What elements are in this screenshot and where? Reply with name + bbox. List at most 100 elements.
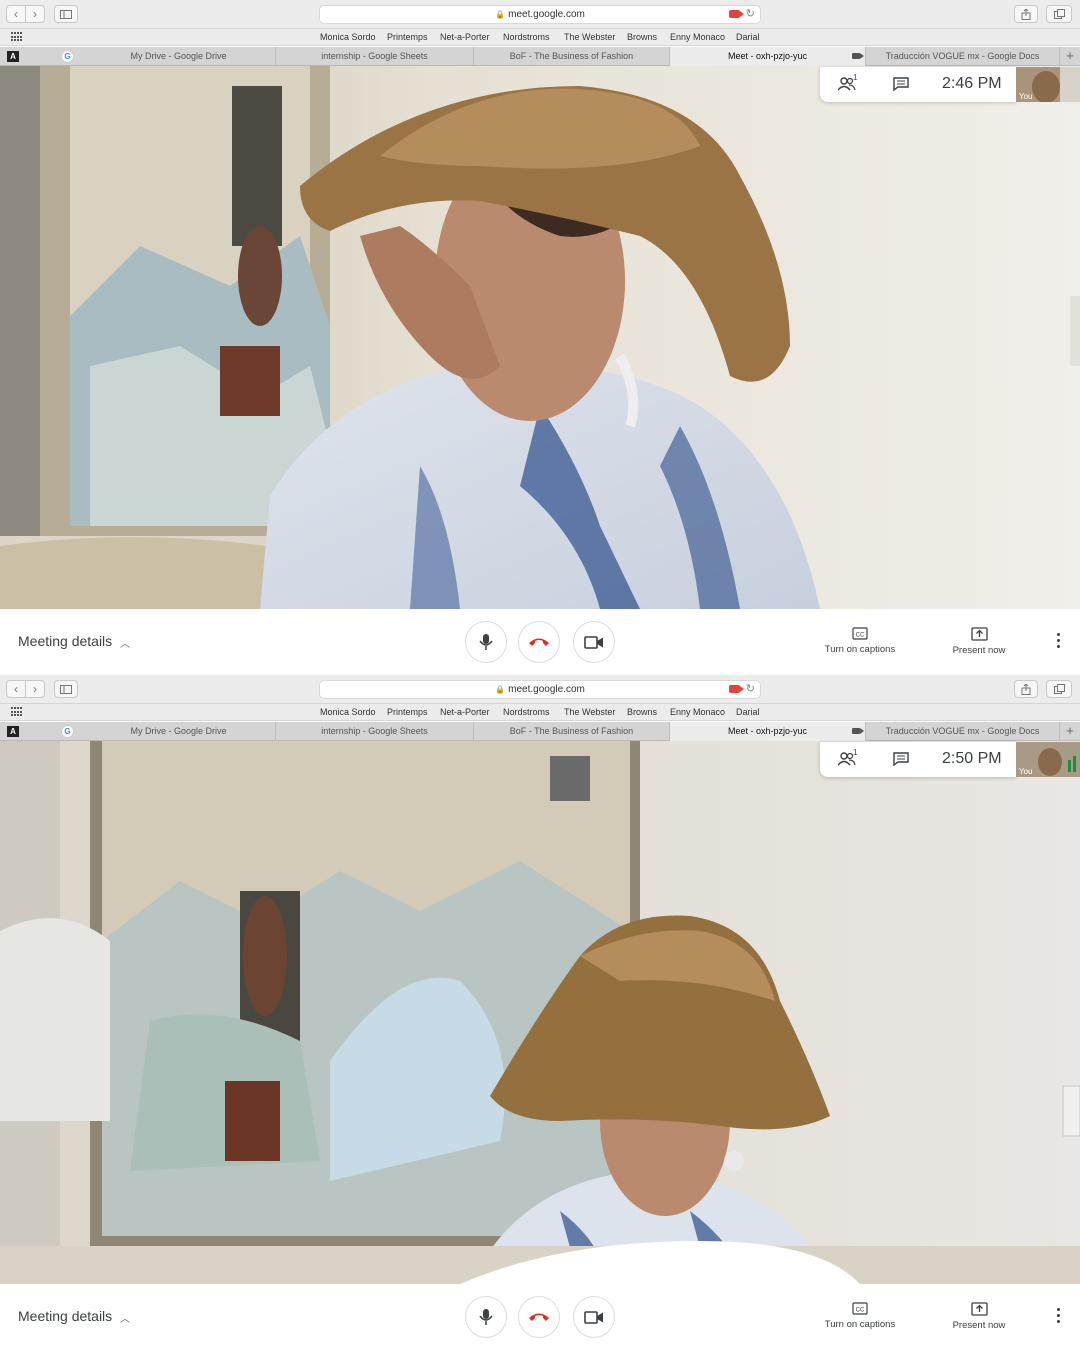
- tab-meet[interactable]: Meet - oxh-pzjo-yuc: [670, 722, 866, 741]
- microphone-button[interactable]: [465, 621, 507, 663]
- google-favicon-icon[interactable]: G: [61, 725, 74, 738]
- share-button[interactable]: [1014, 5, 1038, 23]
- present-label: Present now: [952, 1320, 1006, 1331]
- self-view-thumbnail[interactable]: You: [1016, 67, 1080, 102]
- forward-button[interactable]: ›: [25, 5, 45, 23]
- leave-call-button[interactable]: [518, 621, 560, 663]
- url-text: meet.google.com: [508, 684, 585, 695]
- show-tabs-button[interactable]: [1046, 5, 1072, 23]
- meet-controls-bar: Meeting details ︿ CC Turn on captions Pr…: [0, 609, 1080, 675]
- microphone-button[interactable]: [465, 1296, 507, 1338]
- tab-label: My Drive - Google Drive: [130, 726, 227, 736]
- new-tab-button[interactable]: +: [1060, 47, 1080, 66]
- more-options-icon[interactable]: [1052, 1308, 1064, 1326]
- camera-recording-icon[interactable]: [729, 685, 744, 693]
- microphone-icon: [479, 634, 493, 650]
- tab-bof[interactable]: BoF - The Business of Fashion: [474, 47, 670, 66]
- back-button[interactable]: ‹: [6, 680, 26, 698]
- new-tab-button[interactable]: +: [1060, 722, 1080, 741]
- tab-google-sheets[interactable]: internship - Google Sheets: [276, 47, 474, 66]
- tabs-overview-icon: [1053, 9, 1065, 19]
- present-label: Present now: [952, 645, 1006, 656]
- bookmark-item[interactable]: Printemps: [387, 707, 428, 717]
- tab-google-docs[interactable]: Traducción VOGUE mx - Google Docs: [866, 722, 1060, 741]
- bookmark-item[interactable]: Browns: [627, 707, 657, 717]
- tab-label: BoF - The Business of Fashion: [509, 726, 634, 736]
- tab-label: internship - Google Sheets: [321, 51, 428, 61]
- video-frame: [0, 741, 1080, 1284]
- tab-label: internship - Google Sheets: [321, 726, 428, 736]
- address-bar[interactable]: 🔒 meet.google.com ↻: [319, 5, 761, 24]
- chat-icon[interactable]: [893, 752, 909, 766]
- meet-window-2: ‹ › 🔒 meet.google.com ↻ Monica Sordo Prin…: [0, 675, 1080, 1350]
- bookmark-item[interactable]: Browns: [627, 32, 657, 42]
- chevron-right-icon: ›: [33, 682, 37, 696]
- reload-icon[interactable]: ↻: [746, 6, 755, 23]
- browser-toolbar: ‹ › 🔒 meet.google.com ↻: [0, 0, 1080, 29]
- apps-grid-icon[interactable]: [11, 32, 23, 42]
- tab-label: My Drive - Google Drive: [130, 51, 227, 61]
- chevron-up-icon[interactable]: ︿: [120, 635, 130, 650]
- google-favicon-icon[interactable]: G: [61, 50, 74, 63]
- captions-button[interactable]: CC Turn on captions: [810, 627, 910, 655]
- people-count: 1: [853, 73, 858, 82]
- share-button[interactable]: [1014, 680, 1038, 698]
- microphone-icon: [479, 1309, 493, 1325]
- bookmark-item[interactable]: Net-a-Porter: [440, 707, 490, 717]
- bookmark-item[interactable]: The Webster: [564, 707, 615, 717]
- tab-bof[interactable]: BoF - The Business of Fashion: [474, 722, 670, 741]
- present-now-button[interactable]: Present now: [935, 627, 1023, 656]
- show-tabs-button[interactable]: [1046, 680, 1072, 698]
- pinned-tab-a-icon[interactable]: A: [7, 726, 19, 737]
- bookmark-item[interactable]: Darial: [736, 707, 760, 717]
- tab-google-sheets[interactable]: internship - Google Sheets: [276, 722, 474, 741]
- tab-meet[interactable]: Meet - oxh-pzjo-yuc: [670, 47, 866, 66]
- tab-label: Meet - oxh-pzjo-yuc: [727, 51, 808, 61]
- video-camera-icon: [584, 635, 603, 649]
- bookmark-item[interactable]: The Webster: [564, 32, 615, 42]
- meeting-details-button[interactable]: Meeting details: [18, 633, 112, 649]
- tab-google-drive[interactable]: My Drive - Google Drive: [82, 722, 276, 741]
- bookmark-item[interactable]: Printemps: [387, 32, 428, 42]
- tab-label: BoF - The Business of Fashion: [509, 51, 634, 61]
- you-label: You: [1019, 92, 1033, 101]
- self-view-thumbnail[interactable]: You: [1016, 742, 1080, 777]
- bookmark-item[interactable]: Net-a-Porter: [440, 32, 490, 42]
- you-label: You: [1019, 767, 1033, 776]
- hangup-phone-icon: [529, 1313, 549, 1321]
- forward-button[interactable]: ›: [25, 680, 45, 698]
- bookmark-item[interactable]: Nordstroms: [503, 707, 550, 717]
- tab-label: Traducción VOGUE mx - Google Docs: [885, 726, 1040, 736]
- camera-button[interactable]: [573, 1296, 615, 1338]
- bookmark-item[interactable]: Monica Sordo: [320, 707, 376, 717]
- share-icon: [1021, 8, 1031, 20]
- back-button[interactable]: ‹: [6, 5, 26, 23]
- chat-icon[interactable]: [893, 77, 909, 91]
- pinned-tab-a-icon[interactable]: A: [7, 51, 19, 62]
- apps-grid-icon[interactable]: [11, 707, 23, 717]
- bookmark-item[interactable]: Enny Monaco: [670, 32, 725, 42]
- camera-recording-icon[interactable]: [729, 10, 744, 18]
- tab-google-drive[interactable]: My Drive - Google Drive: [82, 47, 276, 66]
- address-bar[interactable]: 🔒 meet.google.com ↻: [319, 680, 761, 699]
- bookmark-item[interactable]: Darial: [736, 32, 760, 42]
- reload-icon[interactable]: ↻: [746, 681, 755, 698]
- chevron-up-icon[interactable]: ︿: [120, 1310, 130, 1325]
- present-now-button[interactable]: Present now: [935, 1302, 1023, 1331]
- tab-label: Meet - oxh-pzjo-yuc: [727, 726, 808, 736]
- cc-text: CC: [856, 633, 865, 639]
- sidebar-toggle-button[interactable]: [54, 5, 78, 23]
- captions-button[interactable]: CC Turn on captions: [810, 1302, 910, 1330]
- bookmark-item[interactable]: Monica Sordo: [320, 32, 376, 42]
- leave-call-button[interactable]: [518, 1296, 560, 1338]
- bookmark-item[interactable]: Nordstroms: [503, 32, 550, 42]
- bookmark-item[interactable]: Enny Monaco: [670, 707, 725, 717]
- tab-google-docs[interactable]: Traducción VOGUE mx - Google Docs: [866, 47, 1060, 66]
- hangup-phone-icon: [529, 638, 549, 646]
- camera-button[interactable]: [573, 621, 615, 663]
- video-frame: [0, 66, 1080, 609]
- sidebar-toggle-button[interactable]: [54, 680, 78, 698]
- url-text: meet.google.com: [508, 9, 585, 20]
- more-options-icon[interactable]: [1052, 633, 1064, 651]
- meeting-details-button[interactable]: Meeting details: [18, 1308, 112, 1324]
